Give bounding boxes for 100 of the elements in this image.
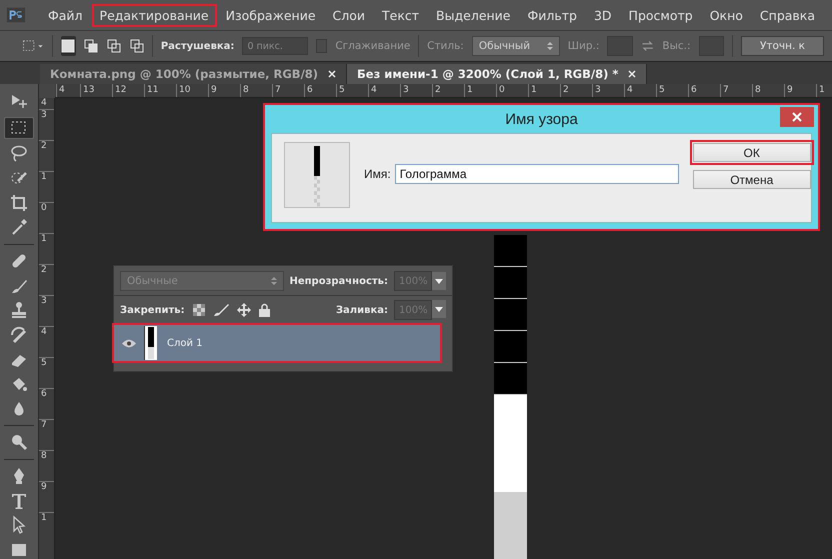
- close-icon[interactable]: [328, 70, 336, 78]
- ruler-number: 5: [339, 85, 345, 95]
- eye-icon[interactable]: [122, 338, 136, 348]
- ruler-number: 4: [627, 85, 633, 95]
- ruler-number: 9: [787, 85, 793, 95]
- opacity-label: Непрозрачность:: [290, 276, 388, 286]
- ruler-number: 6: [307, 85, 313, 95]
- ruler-number: 1: [41, 172, 47, 182]
- menu-item[interactable]: 3D: [588, 6, 618, 24]
- checkerboard-icon[interactable]: [192, 304, 205, 316]
- name-label: Имя:: [364, 167, 391, 181]
- ruler-number: 7: [723, 85, 729, 95]
- layer-name: Слой 1: [167, 338, 203, 348]
- ruler-number: 4: [371, 85, 377, 95]
- ruler-number: 13: [83, 85, 94, 95]
- width-field[interactable]: [607, 36, 634, 56]
- tool-button[interactable]: [4, 116, 34, 140]
- pattern-preview: [284, 142, 350, 208]
- ruler-number: 3: [41, 110, 47, 120]
- height-label: Выс.:: [662, 40, 691, 52]
- up-down-arrows-icon: [546, 41, 553, 51]
- ruler-number: 2: [435, 85, 441, 95]
- caret-icon: [435, 306, 443, 312]
- app-logo: [6, 6, 26, 24]
- menu-item[interactable]: Файл: [42, 6, 89, 24]
- ruler-number: 9: [41, 482, 47, 492]
- ruler-number: 1: [467, 85, 473, 95]
- ruler-number: 2: [41, 141, 47, 151]
- ruler-number: 8: [755, 85, 761, 95]
- feather-label: Растушевка:: [160, 40, 234, 52]
- menu-item[interactable]: Изображение: [220, 6, 322, 24]
- stamp-icon: [9, 300, 29, 320]
- antialias-label: Сглаживание: [335, 40, 410, 52]
- lock-label: Закрепить:: [120, 304, 185, 316]
- ruler-number: 12: [115, 85, 126, 95]
- ruler-number: 8: [243, 85, 249, 95]
- document-tab[interactable]: Без имени-1 @ 3200% (Слой 1, RGB/8) *: [347, 64, 648, 84]
- style-select[interactable]: Обычный: [472, 36, 560, 56]
- name-field[interactable]: Голограмма: [394, 164, 679, 184]
- ruler-number: 0: [41, 203, 47, 213]
- ruler-number: 9: [211, 85, 217, 95]
- menu-item[interactable]: Просмотр: [622, 6, 699, 24]
- ruler-number: 2: [563, 85, 569, 95]
- ruler-number: 6: [41, 389, 47, 399]
- ruler-number: 1: [531, 85, 537, 95]
- ruler-number: 4: [59, 85, 65, 95]
- ruler-number: 1: [41, 513, 47, 523]
- lasso-icon: [9, 144, 29, 164]
- menu-item[interactable]: Выделение: [430, 6, 516, 24]
- ruler-number: 8: [41, 451, 47, 461]
- lock-icon[interactable]: [258, 303, 270, 317]
- checkbox[interactable]: [316, 39, 328, 53]
- height-field[interactable]: [698, 36, 724, 56]
- ruler-number: 2: [41, 265, 47, 275]
- ruler-number: 6: [691, 85, 697, 95]
- ruler-number: 3: [41, 296, 47, 306]
- ruler-number: 10: [179, 85, 190, 95]
- ruler-number: 11: [147, 85, 158, 95]
- menu-item[interactable]: Справка: [754, 6, 821, 24]
- select-value: Обычный: [478, 40, 530, 52]
- menu-item[interactable]: Редактирование: [94, 6, 215, 24]
- refine-edge-button[interactable]: Уточн. к: [740, 36, 824, 56]
- ruler-number: 3: [595, 85, 601, 95]
- ruler-number: 7: [275, 85, 281, 95]
- close-button[interactable]: [780, 107, 814, 127]
- magnifier-icon: [9, 432, 29, 452]
- ruler-number: 1: [819, 85, 825, 95]
- dropdown-button[interactable]: [432, 300, 446, 318]
- history-brush-icon: [9, 324, 29, 345]
- dialog-button[interactable]: ОК: [692, 143, 811, 162]
- style-label: Стиль:: [427, 40, 464, 52]
- menu-item[interactable]: Слои: [326, 6, 372, 24]
- close-icon: [792, 112, 802, 122]
- ruler-number: 3: [403, 85, 409, 95]
- menu-item[interactable]: Окно: [704, 6, 749, 24]
- move-icon[interactable]: [236, 303, 251, 317]
- close-icon[interactable]: [628, 70, 636, 78]
- dialog-title: Имя узора: [505, 110, 578, 128]
- feather-field[interactable]: 0 пикс.: [242, 37, 308, 55]
- menu-item[interactable]: Фильтр: [522, 6, 583, 24]
- width-label: Шир.:: [568, 40, 600, 52]
- ruler-number: 7: [41, 420, 47, 430]
- selection-mode-button[interactable]: [60, 36, 76, 56]
- swap-icon[interactable]: [641, 39, 654, 53]
- caret-icon: [435, 278, 443, 284]
- crop-icon: [9, 192, 29, 213]
- brush-icon[interactable]: [212, 303, 229, 317]
- layer-row[interactable]: Слой 1: [114, 325, 440, 361]
- menu-item[interactable]: Текст: [376, 6, 426, 24]
- ruler-number: 1: [41, 234, 47, 244]
- ruler-number: 0: [499, 85, 505, 95]
- dropdown-button[interactable]: [432, 272, 446, 290]
- ruler-number: 5: [41, 358, 47, 368]
- layer-thumbnail: [144, 326, 157, 360]
- dialog-button[interactable]: Отмена: [692, 170, 811, 189]
- ruler-number: 4: [41, 327, 47, 337]
- ruler-number: 4: [41, 98, 47, 108]
- document-tab[interactable]: Комната.png @ 100% (размытие, RGB/8): [40, 64, 348, 84]
- up-down-arrows-icon: [270, 276, 276, 286]
- ruler-number: 5: [659, 85, 665, 95]
